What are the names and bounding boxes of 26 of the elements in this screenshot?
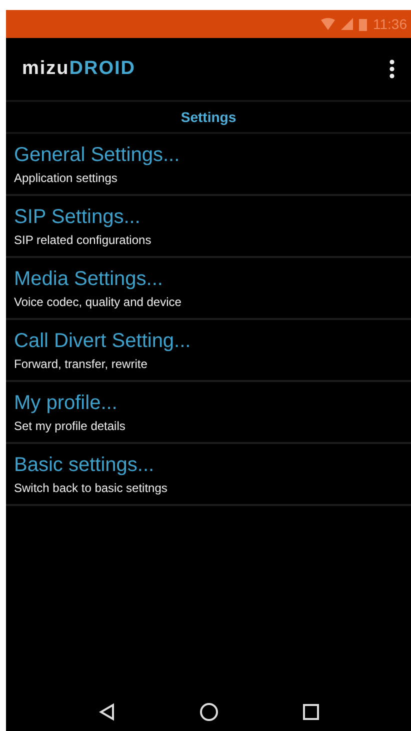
item-summary: Forward, transfer, rewrite — [14, 356, 148, 370]
item-summary: Switch back to basic setitngs — [14, 480, 168, 494]
section-title: Settings — [180, 109, 236, 125]
item-title: Call Divert Setting... — [14, 330, 192, 352]
logo-text: mizu — [22, 58, 70, 80]
settings-list-item[interactable]: Basic settings... Switch back to basic setitngs — [6, 444, 411, 506]
settings-list-item[interactable]: My profile... Set my profile details — [6, 382, 411, 444]
item-summary: Voice codec, quality and device — [14, 294, 182, 308]
signal-icon — [341, 18, 353, 30]
battery-icon — [359, 18, 367, 30]
item-title: My profile... — [14, 392, 118, 414]
item-title: Media Settings... — [14, 268, 164, 290]
settings-list-item[interactable]: Call Divert Setting... Forward, transfer, rewrite — [6, 320, 411, 382]
item-title: General Settings... — [14, 144, 181, 166]
settings-list-item[interactable]: General Settings... Application settings — [6, 134, 411, 196]
clock-time: 11:36 — [373, 16, 407, 32]
logo-text: DROID — [69, 58, 136, 80]
item-summary: Set my profile details — [14, 418, 126, 432]
settings-list-item[interactable]: Media Settings... Voice codec, quality and device — [6, 258, 411, 320]
more-icon — [389, 59, 395, 79]
item-title: Basic settings... — [14, 454, 156, 476]
wifi-icon — [321, 18, 335, 30]
settings-list-item[interactable]: SIP Settings... SIP related configurations — [6, 196, 411, 258]
item-title: SIP Settings... — [14, 206, 142, 228]
item-summary: SIP related configurations — [14, 232, 152, 246]
item-summary: Application settings — [14, 170, 118, 184]
